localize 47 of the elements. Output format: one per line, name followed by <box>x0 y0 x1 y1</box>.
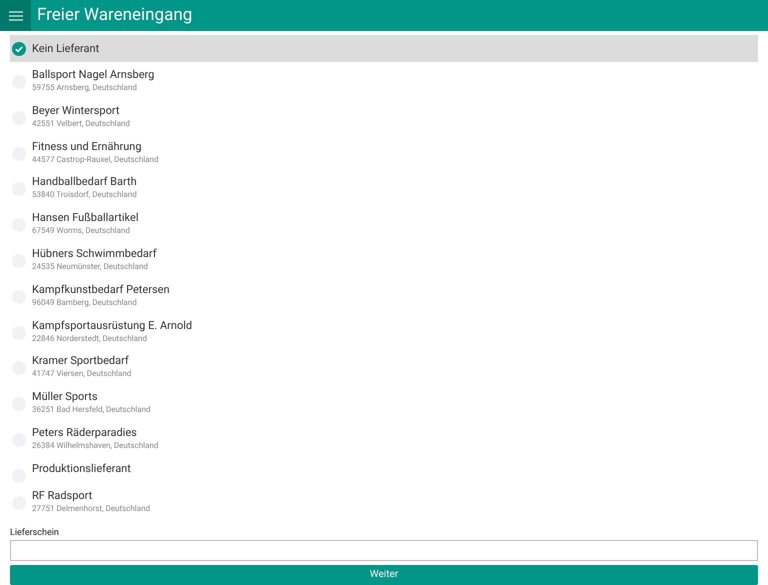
supplier-item[interactable]: Ballsport Nagel Arnsberg 59755 Arnsberg, Deutschland <box>10 66 758 102</box>
supplier-name: Kein Lieferant <box>32 41 100 56</box>
supplier-address: 22846 Norderstedt, Deutschland <box>32 332 148 344</box>
supplier-item[interactable]: RF Radsport 27751 Delmenhorst, Deutschland <box>10 486 758 523</box>
supplier-item[interactable]: Hübners Schwimmbedarf 24535 Neumünster, Deutschland <box>10 244 758 281</box>
supplier-name: Hansen Fußballartikel <box>32 210 139 226</box>
supplier-item[interactable]: Peters Räderparadies 26384 Wilhelmshaven, Deutschland <box>10 424 758 460</box>
supplier-item[interactable]: Handballbedarf Barth 53840 Troisdorf, Deutschland <box>10 173 758 210</box>
supplier-item[interactable]: Hansen Fußballartikel 67549 Worms, Deutschland <box>10 209 758 245</box>
supplier-item[interactable]: Beyer Wintersport 42551 Velbert, Deutschland <box>10 102 758 138</box>
supplier-item[interactable]: Kein Lieferant <box>10 35 758 62</box>
supplier-item[interactable]: Fitness und Ernährung 44577 Castrop-Rauxel, Deutschland <box>10 138 758 174</box>
supplier-address: 42551 Velbert, Deutschland <box>32 118 130 129</box>
supplier-name: Produktionslieferant <box>32 460 131 476</box>
supplier-address: 59755 Arnsberg, Deutschland <box>32 82 138 93</box>
supplier-name: Kampfkunstbedarf Petersen <box>32 282 170 297</box>
supplier-item[interactable]: Produktionslieferant <box>10 460 758 487</box>
menu-icon <box>8 10 22 20</box>
supplier-address: 41747 Viersen, Deutschland <box>32 368 132 380</box>
supplier-name: RF Radsport <box>32 488 94 503</box>
menu-button[interactable] <box>0 0 31 31</box>
supplier-address: 67549 Worms, Deutschland <box>32 225 131 236</box>
supplier-address: 36251 Bad Hersfeld, Deutschland <box>32 404 150 416</box>
supplier-item[interactable]: Kampfkunstbedarf Petersen 96049 Bamberg, Deutschland <box>10 280 758 317</box>
supplier-address: 26384 Wilhelmshaven, Deutschland <box>32 440 158 451</box>
supplier-name: Müller Sports <box>32 389 99 404</box>
field-label: Lieferschein <box>10 526 60 539</box>
supplier-name: Kramer Sportbedarf <box>32 353 130 368</box>
input-field[interactable] <box>10 540 758 561</box>
supplier-name: Fitness und Ernährung <box>32 138 143 154</box>
supplier-item[interactable]: Müller Sports 36251 Bad Hersfeld, Deutschland <box>10 388 758 424</box>
supplier-address: 24535 Neumünster, Deutschland <box>32 260 149 272</box>
supplier-name: Beyer Wintersport <box>32 102 120 118</box>
supplier-name: Hübners Schwimmbedarf <box>32 246 157 261</box>
supplier-item[interactable]: Kramer Sportbedarf 41747 Viersen, Deutschland <box>10 352 758 388</box>
supplier-address: 96049 Bamberg, Deutschland <box>32 296 138 308</box>
continue-button[interactable]: Weiter <box>10 564 758 585</box>
page-title: Freier Wareneingang <box>37 4 192 27</box>
supplier-name: Handballbedarf Barth <box>32 174 137 190</box>
supplier-address: 53840 Troisdorf, Deutschland <box>32 189 137 200</box>
supplier-address: 44577 Castrop-Rauxel, Deutschland <box>32 154 158 165</box>
check-circle-icon <box>12 42 26 56</box>
supplier-address: 27751 Delmenhorst, Deutschland <box>32 502 150 514</box>
supplier-name: Peters Räderparadies <box>32 424 138 440</box>
supplier-name: Kampfsportausrüstung E. Arnold <box>32 318 192 333</box>
supplier-name: Ballsport Nagel Arnsberg <box>32 67 154 82</box>
supplier-item[interactable]: Kampfsportausrüstung E. Arnold 22846 Norderstedt, Deutschland <box>10 316 758 352</box>
